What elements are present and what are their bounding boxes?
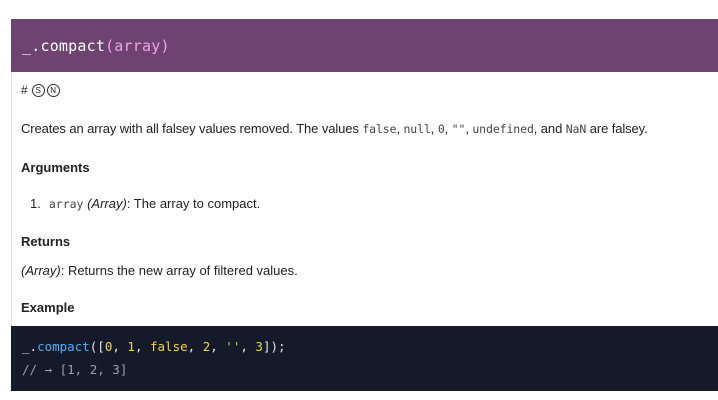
example-code-block: _.compact([0, 1, false, 2, '', 3]); // →… — [11, 326, 718, 391]
argument-name: array — [48, 197, 84, 211]
function-signature-header: _.compact (array) — [11, 19, 718, 72]
function-name: _.compact — [22, 36, 106, 55]
arguments-heading: Arguments — [21, 160, 90, 175]
doc-page: _.compact (array) # S N Creates an array … — [0, 0, 718, 400]
npm-package-link-icon[interactable]: N — [46, 83, 60, 97]
argument-item: 1. array (Array): The array to compact. — [30, 196, 260, 211]
returns-description: (Array): Returns the new array of filter… — [21, 263, 298, 278]
function-params: (array) — [105, 36, 170, 55]
argument-type: (Array) — [87, 196, 127, 211]
code-line-1: _.compact([0, 1, false, 2, '', 3]); — [22, 339, 286, 354]
code-false: false — [362, 122, 397, 136]
code-empty-string: "" — [451, 122, 466, 136]
code-function-name: compact — [37, 339, 90, 354]
code-nan: NaN — [565, 122, 587, 136]
source-link-icon[interactable]: S — [31, 83, 45, 97]
code-null: null — [403, 122, 431, 136]
code-undefined: undefined — [472, 122, 534, 136]
entry-links: # S N — [21, 83, 60, 97]
code-line-2-comment: // → [1, 2, 3] — [22, 362, 128, 377]
returns-heading: Returns — [21, 234, 71, 249]
example-heading: Example — [21, 300, 75, 315]
returns-type: (Array) — [21, 263, 61, 278]
function-description: Creates an array with all falsey values … — [21, 121, 648, 136]
permalink-link[interactable]: # — [21, 83, 28, 97]
argument-description: : The array to compact. — [126, 196, 261, 211]
doc-content: # S N Creates an array with all falsey v… — [11, 72, 718, 326]
argument-number: 1. — [30, 196, 41, 211]
code-zero: 0 — [437, 122, 445, 136]
